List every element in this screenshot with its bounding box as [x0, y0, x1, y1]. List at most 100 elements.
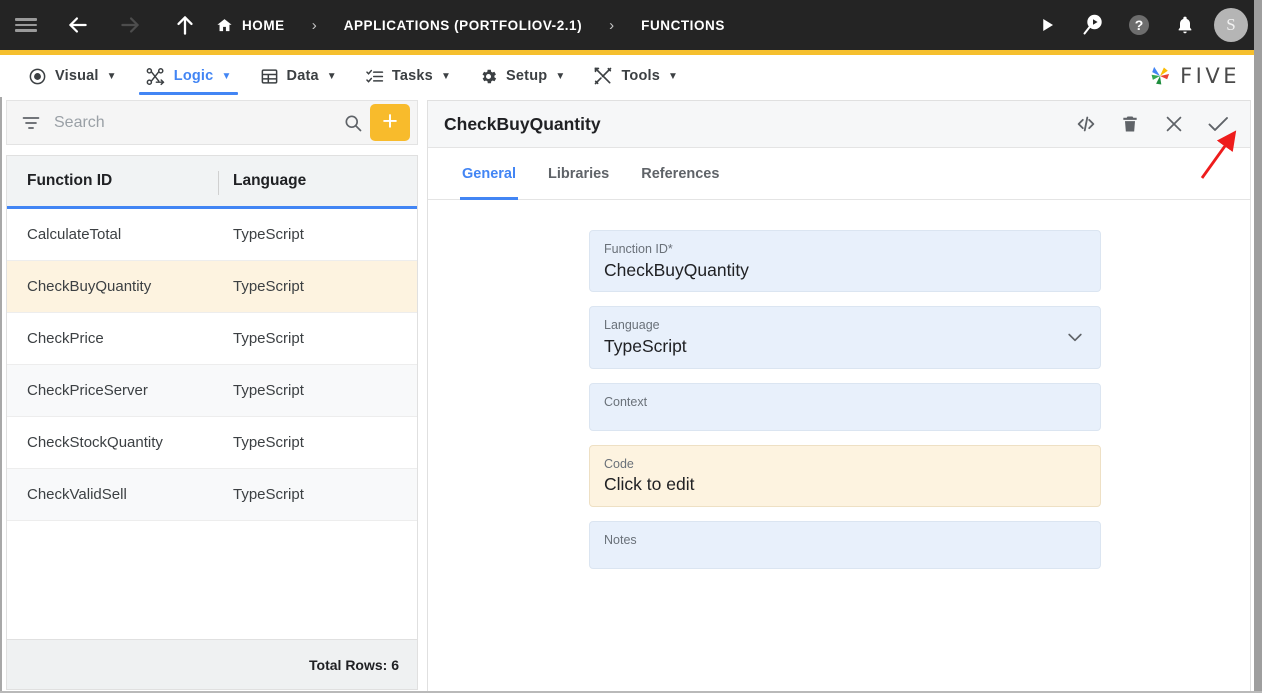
field-label-context: Context: [604, 394, 648, 409]
svg-text:?: ?: [1135, 17, 1144, 33]
functions-grid: Function ID Language CalculateTotal Type…: [6, 155, 418, 690]
hamburger-icon[interactable]: [0, 0, 52, 50]
required-marker: *: [667, 242, 673, 256]
table-row[interactable]: CheckPriceServer TypeScript: [7, 365, 417, 417]
chevron-down-icon: ▼: [106, 70, 117, 82]
tab-general[interactable]: General: [446, 148, 532, 200]
field-value-code: Click to edit: [604, 474, 695, 495]
play-icon[interactable]: [1024, 0, 1070, 50]
check-icon[interactable]: [1196, 102, 1240, 147]
menu-item-setup[interactable]: Setup ▼: [465, 55, 579, 97]
breadcrumb: HOME › APPLICATIONS (PORTFOLIOV-2.1) › F…: [214, 0, 727, 50]
search-play-icon[interactable]: [1070, 0, 1116, 50]
home-icon: [216, 17, 233, 34]
bell-icon[interactable]: [1162, 0, 1208, 50]
checklist-icon: [365, 67, 384, 86]
cell-function-id: CheckPrice: [27, 330, 104, 347]
arrow-back-icon[interactable]: [52, 0, 104, 50]
column-header-language[interactable]: Language: [213, 172, 417, 190]
chevron-down-icon: ▼: [440, 70, 452, 82]
arrow-forward-icon: [104, 0, 156, 50]
breadcrumb-label-home: HOME: [242, 17, 285, 33]
close-icon[interactable]: [1152, 102, 1196, 147]
table-row[interactable]: CheckStockQuantity TypeScript: [7, 417, 417, 469]
tab-libraries[interactable]: Libraries: [532, 148, 625, 200]
menu-item-visual[interactable]: Visual ▼: [14, 55, 131, 97]
table-row[interactable]: CalculateTotal TypeScript: [7, 209, 417, 261]
table-row-selected[interactable]: CheckBuyQuantity TypeScript: [7, 261, 417, 313]
field-label-function-id: Function ID*: [604, 241, 1086, 258]
grid-footer: Total Rows: 6: [7, 639, 417, 689]
tab-references[interactable]: References: [625, 148, 735, 200]
field-label-text: Function ID: [604, 242, 668, 256]
menu-item-data[interactable]: Data ▼: [246, 55, 351, 97]
breadcrumb-separator: ›: [609, 16, 615, 34]
cell-language: TypeScript: [233, 486, 304, 503]
chevron-down-icon: ▼: [668, 70, 679, 82]
grid-body: CalculateTotal TypeScript CheckBuyQuanti…: [7, 209, 417, 639]
menu-label-visual: Visual: [55, 68, 99, 84]
menu-label-tasks: Tasks: [391, 68, 433, 84]
cell-language: TypeScript: [233, 330, 304, 347]
arrow-up-icon[interactable]: [156, 0, 214, 50]
field-context[interactable]: Context: [589, 382, 1101, 431]
grid-header-row: Function ID Language: [7, 156, 417, 209]
search-icon[interactable]: [336, 113, 370, 133]
menu-item-tasks[interactable]: Tasks ▼: [351, 55, 465, 97]
menu-label-setup: Setup: [506, 68, 548, 84]
avatar-initial: S: [1214, 8, 1248, 42]
breadcrumb-label-applications: APPLICATIONS (PORTFOLIOV-2.1): [343, 17, 583, 33]
functions-list-panel: + Function ID Language CalculateTotal Ty…: [0, 97, 419, 693]
field-function-id[interactable]: Function ID* CheckBuyQuantity: [589, 230, 1101, 293]
detail-header: CheckBuyQuantity: [428, 101, 1250, 148]
field-language[interactable]: Language TypeScript: [589, 306, 1101, 369]
page-title: CheckBuyQuantity: [444, 113, 601, 134]
total-rows-label: Total Rows: 6: [309, 656, 399, 673]
search-input[interactable]: [48, 113, 336, 132]
field-label-language: Language: [604, 318, 660, 333]
field-code[interactable]: Code Click to edit: [589, 444, 1101, 507]
menu-label-tools: Tools: [621, 68, 661, 84]
menu-item-logic[interactable]: Logic ▼: [131, 55, 246, 97]
brand-logo: FIVE: [1147, 55, 1240, 97]
detail-actions: [1064, 102, 1240, 147]
column-header-function-id[interactable]: Function ID: [7, 172, 213, 190]
breadcrumb-item-functions[interactable]: FUNCTIONS: [639, 18, 727, 33]
field-label-code: Code: [604, 456, 634, 471]
top-header-bar: HOME › APPLICATIONS (PORTFOLIOV-2.1) › F…: [0, 0, 1262, 50]
field-notes[interactable]: Notes: [589, 520, 1101, 569]
chevron-down-icon[interactable]: [1065, 327, 1085, 347]
table-icon: [260, 67, 279, 86]
tools-icon: [593, 66, 613, 86]
column-divider[interactable]: [218, 171, 219, 195]
menu-item-tools[interactable]: Tools ▼: [579, 55, 692, 97]
field-value-language: TypeScript: [604, 336, 687, 357]
filter-icon[interactable]: [14, 113, 48, 133]
trash-icon[interactable]: [1108, 102, 1152, 147]
eye-icon: [28, 67, 47, 86]
code-icon[interactable]: [1064, 102, 1108, 147]
breadcrumb-label-functions: FUNCTIONS: [641, 17, 725, 33]
gear-icon: [479, 67, 498, 86]
help-circle-icon[interactable]: ?: [1116, 0, 1162, 50]
breadcrumb-item-home[interactable]: HOME: [214, 17, 287, 34]
field-label-notes: Notes: [604, 532, 637, 547]
top-header-actions: ? S: [1024, 0, 1254, 50]
left-window-edge: [0, 97, 2, 693]
table-row[interactable]: CheckValidSell TypeScript: [7, 469, 417, 521]
table-row[interactable]: CheckPrice TypeScript: [7, 313, 417, 365]
add-function-button[interactable]: +: [370, 104, 410, 141]
breadcrumb-item-applications[interactable]: APPLICATIONS (PORTFOLIOV-2.1): [342, 18, 584, 33]
function-detail-panel: CheckBuyQuantity General Libraries Refer…: [427, 100, 1251, 693]
avatar[interactable]: S: [1208, 0, 1254, 50]
logic-network-icon: [145, 66, 166, 87]
cell-function-id: CheckValidSell: [27, 486, 127, 503]
cell-function-id: CheckStockQuantity: [27, 434, 163, 451]
chevron-down-icon: ▼: [326, 70, 337, 82]
chevron-down-icon: ▼: [555, 70, 566, 82]
search-bar: +: [6, 100, 418, 145]
cell-language: TypeScript: [233, 226, 304, 243]
vertical-scrollbar[interactable]: [1254, 0, 1262, 693]
cell-language: TypeScript: [233, 278, 304, 295]
hamburger-line: [15, 29, 37, 32]
